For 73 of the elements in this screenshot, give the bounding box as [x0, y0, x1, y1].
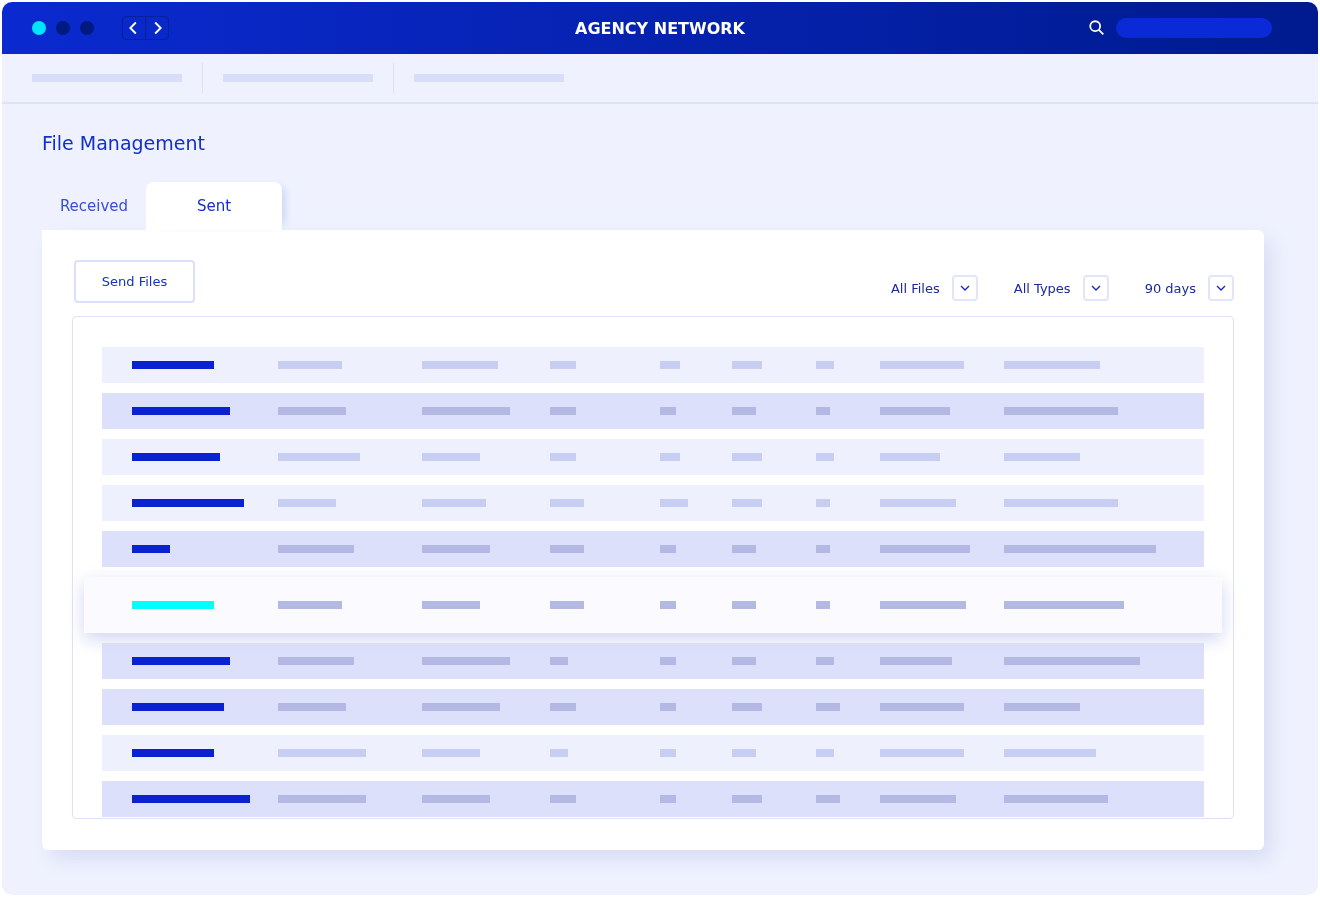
filter-label[interactable]: All Types [1013, 280, 1071, 296]
placeholder-bar [880, 407, 950, 415]
placeholder-bar [550, 545, 584, 553]
placeholder-bar [278, 499, 336, 507]
send-files-button[interactable]: Send Files [74, 260, 195, 303]
window-dot[interactable] [56, 21, 70, 35]
placeholder-bar [550, 795, 576, 803]
placeholder-bar [816, 601, 830, 609]
placeholder-bar [732, 453, 762, 461]
window-dot[interactable] [80, 21, 94, 35]
tab[interactable]: Sent [146, 182, 282, 230]
placeholder-bar [550, 601, 584, 609]
placeholder-bar [816, 657, 834, 665]
placeholder-bar [422, 601, 480, 609]
placeholder-bar [660, 453, 680, 461]
placeholder-bar [422, 749, 480, 757]
search-icon[interactable] [1088, 19, 1106, 37]
dropdown-button[interactable] [1082, 275, 1109, 301]
filter-label[interactable]: 90 days [1144, 280, 1196, 296]
placeholder-bar [732, 601, 756, 609]
placeholder-bar [422, 499, 486, 507]
placeholder-bar [816, 749, 834, 757]
placeholder-bar [732, 657, 756, 665]
placeholder-bar [880, 453, 940, 461]
placeholder-bar [816, 795, 840, 803]
placeholder-bar [816, 499, 830, 507]
placeholder-bar [732, 499, 762, 507]
placeholder-bar [550, 657, 568, 665]
placeholder-bar [816, 361, 834, 369]
placeholder-bar [880, 657, 952, 665]
placeholder-bar [660, 601, 676, 609]
placeholder-bar [660, 407, 676, 415]
window-title: AGENCY NETWORK [575, 18, 745, 38]
placeholder-bar [816, 453, 834, 461]
placeholder-bar [422, 545, 490, 553]
placeholder-bar [278, 361, 342, 369]
placeholder-bar [732, 749, 756, 757]
filter-label[interactable]: All Files [890, 280, 940, 296]
placeholder-bar [660, 657, 676, 665]
window-dot[interactable] [32, 21, 46, 35]
placeholder-bar [816, 545, 830, 553]
placeholder-bar [422, 453, 480, 461]
placeholder-bar [278, 407, 346, 415]
placeholder-bar [278, 703, 346, 711]
placeholder-bar [660, 703, 676, 711]
placeholder-bar [132, 545, 170, 553]
placeholder-bar [816, 703, 840, 711]
placeholder-bar [816, 407, 830, 415]
placeholder-bar [660, 749, 676, 757]
dropdown-button[interactable] [951, 275, 978, 301]
placeholder-bar [422, 795, 490, 803]
placeholder-bar [732, 361, 762, 369]
placeholder-bar [732, 407, 756, 415]
placeholder-bar [550, 453, 576, 461]
placeholder-bar [278, 601, 342, 609]
tab[interactable]: Received [42, 182, 146, 230]
placeholder-bar [732, 795, 762, 803]
placeholder-bar [550, 703, 576, 711]
placeholder-bar [660, 361, 680, 369]
placeholder-bar [660, 545, 676, 553]
placeholder-bar [550, 361, 576, 369]
page-title: File Management [42, 132, 206, 154]
placeholder-bar [550, 499, 584, 507]
placeholder-bar [660, 499, 688, 507]
placeholder-bar [550, 407, 576, 415]
placeholder-bar [660, 795, 676, 803]
placeholder-bar [550, 749, 568, 757]
search-field[interactable] [1116, 18, 1272, 38]
table-row[interactable] [102, 781, 1204, 817]
placeholder-bar [732, 703, 762, 711]
dropdown-button[interactable] [1208, 275, 1234, 301]
placeholder-bar [732, 545, 756, 553]
table-row[interactable] [102, 485, 1204, 521]
